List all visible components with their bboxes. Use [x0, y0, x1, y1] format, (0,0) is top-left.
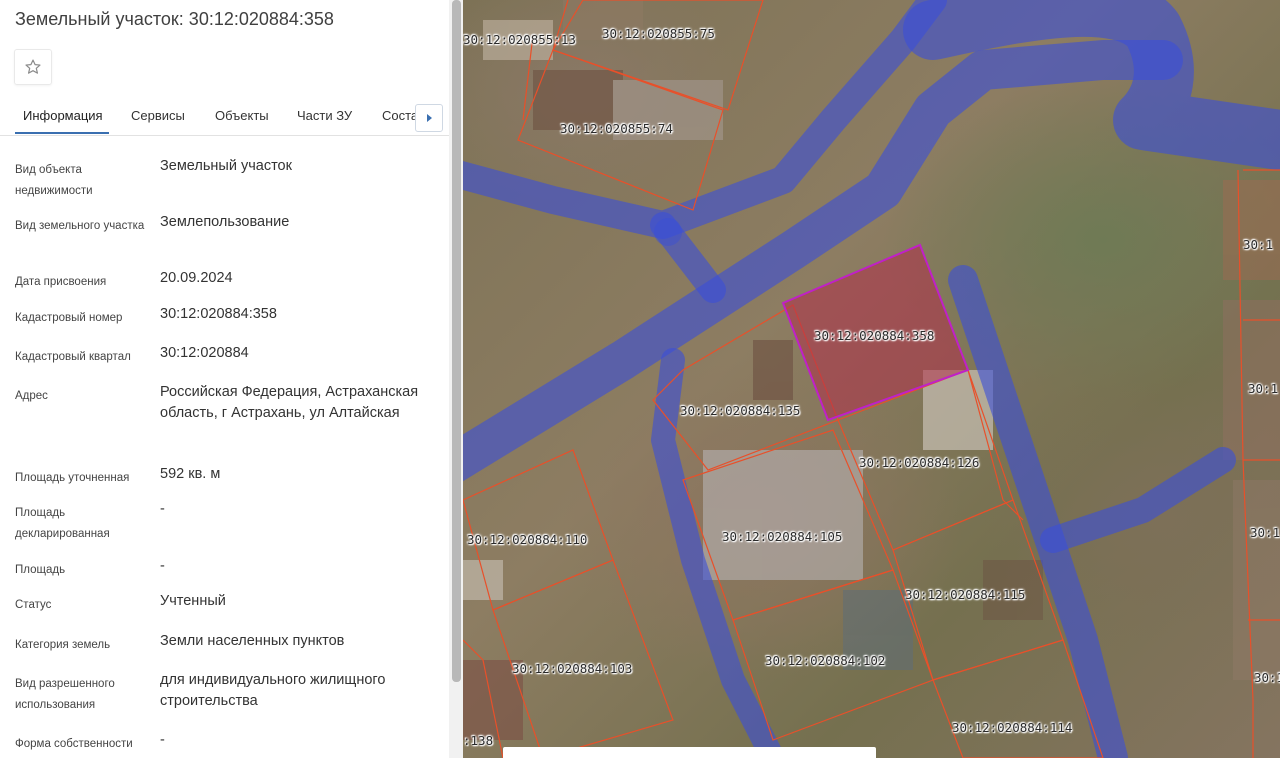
- parcel-label-020884-110[interactable]: 30:12:020884:110: [467, 532, 587, 547]
- map-bottom-bar: [503, 747, 876, 758]
- road-node: [654, 218, 682, 246]
- info-label: Статус: [15, 599, 52, 611]
- info-label: Площадь декларированная: [15, 507, 110, 540]
- info-label: Категория земель: [15, 639, 111, 651]
- info-label: Кадастровый номер: [15, 312, 123, 324]
- info-value: Российская Федерация, Астраханская облас…: [160, 384, 419, 421]
- tab-services[interactable]: Сервисы: [131, 108, 185, 123]
- chevron-right-icon: [426, 114, 432, 122]
- info-panel: Земельный участок: 30:12:020884:358 Инфо…: [0, 0, 449, 758]
- info-label: Вид земельного участка: [15, 220, 145, 232]
- star-outline-icon: [25, 59, 41, 74]
- info-value: 30:12:020884: [160, 345, 249, 361]
- info-label: Площадь: [15, 564, 66, 576]
- tab-bar: Информация Сервисы Объекты Части ЗУ Сост…: [0, 96, 449, 136]
- active-tab-indicator: [15, 132, 109, 134]
- map-layers: [463, 0, 1280, 758]
- roof-patch: [1223, 180, 1280, 280]
- parcel-label-020884-358[interactable]: 30:12:020884:358: [814, 328, 934, 343]
- parcel-label-020855-74[interactable]: 30:12:020855:74: [560, 121, 673, 136]
- page-title: Земельный участок: 30:12:020884:358: [15, 9, 334, 29]
- info-label: Вид разрешенного использования: [15, 678, 115, 711]
- info-value: 30:12:020884:358: [160, 306, 277, 322]
- info-label: Площадь уточненная: [15, 472, 130, 484]
- parcel-label-020884-105[interactable]: 30:12:020884:105: [722, 529, 842, 544]
- info-label: Вид объекта недвижимости: [15, 164, 93, 197]
- info-value: Земли населенных пунктов: [160, 633, 345, 649]
- parcel-label-edge-3[interactable]: 30:1: [1250, 525, 1280, 540]
- tab-parcel-parts[interactable]: Части ЗУ: [297, 108, 352, 123]
- tab-objects[interactable]: Объекты: [215, 108, 269, 123]
- info-label: Адрес: [15, 390, 48, 402]
- parcel-label-edge-1[interactable]: 30:1: [1243, 237, 1273, 252]
- info-label: Форма собственности: [15, 738, 133, 750]
- favorite-button[interactable]: [14, 49, 52, 85]
- parcel-label-020884-103[interactable]: 30:12:020884:103: [512, 661, 632, 676]
- info-value: для индивидуального жилищного строительс…: [160, 672, 386, 709]
- tab-information[interactable]: Информация: [23, 108, 103, 123]
- info-value: Землепользование: [160, 214, 290, 230]
- roof-patch: [703, 450, 863, 580]
- parcel-label-020884-102[interactable]: 30:12:020884:102: [765, 653, 885, 668]
- info-value: -: [160, 501, 165, 517]
- parcel-label-edge-2[interactable]: 30:1: [1248, 381, 1278, 396]
- info-value: -: [160, 558, 165, 574]
- parcel-label-020884-135[interactable]: 30:12:020884:135: [680, 403, 800, 418]
- tabs-scroll-right-button[interactable]: [415, 104, 443, 132]
- panel-scrollbar-thumb[interactable]: [452, 0, 461, 682]
- parcel-label-020884-114[interactable]: 30:12:020884:114: [952, 720, 1072, 735]
- roof-patch: [1223, 300, 1280, 460]
- roof-patch: [1233, 480, 1280, 680]
- roof-patch: [753, 340, 793, 400]
- road-zone-branch: [1040, 447, 1236, 553]
- parcel-label-020884-115[interactable]: 30:12:020884:115: [905, 587, 1025, 602]
- info-label: Кадастровый квартал: [15, 351, 131, 363]
- parcel-label-138[interactable]: :138: [463, 733, 493, 748]
- parcel-label-020884-126[interactable]: 30:12:020884:126: [859, 455, 979, 470]
- info-value: Земельный участок: [160, 158, 292, 174]
- info-value: 592 кв. м: [160, 466, 221, 482]
- info-label: Дата присвоения: [15, 276, 107, 288]
- parcel-label-020855-75[interactable]: 30:12:020855:75: [602, 26, 715, 41]
- map-view[interactable]: 30:12:020855:13 30:12:020855:75 30:12:02…: [463, 0, 1280, 758]
- roof-patch: [463, 560, 503, 600]
- parcel-label-020855-13[interactable]: 30:12:020855:13: [463, 32, 576, 47]
- parcel-label-edge-4[interactable]: 30:1: [1254, 670, 1280, 685]
- info-value: 20.09.2024: [160, 270, 233, 286]
- info-value: Учтенный: [160, 593, 226, 609]
- info-value: -: [160, 732, 165, 748]
